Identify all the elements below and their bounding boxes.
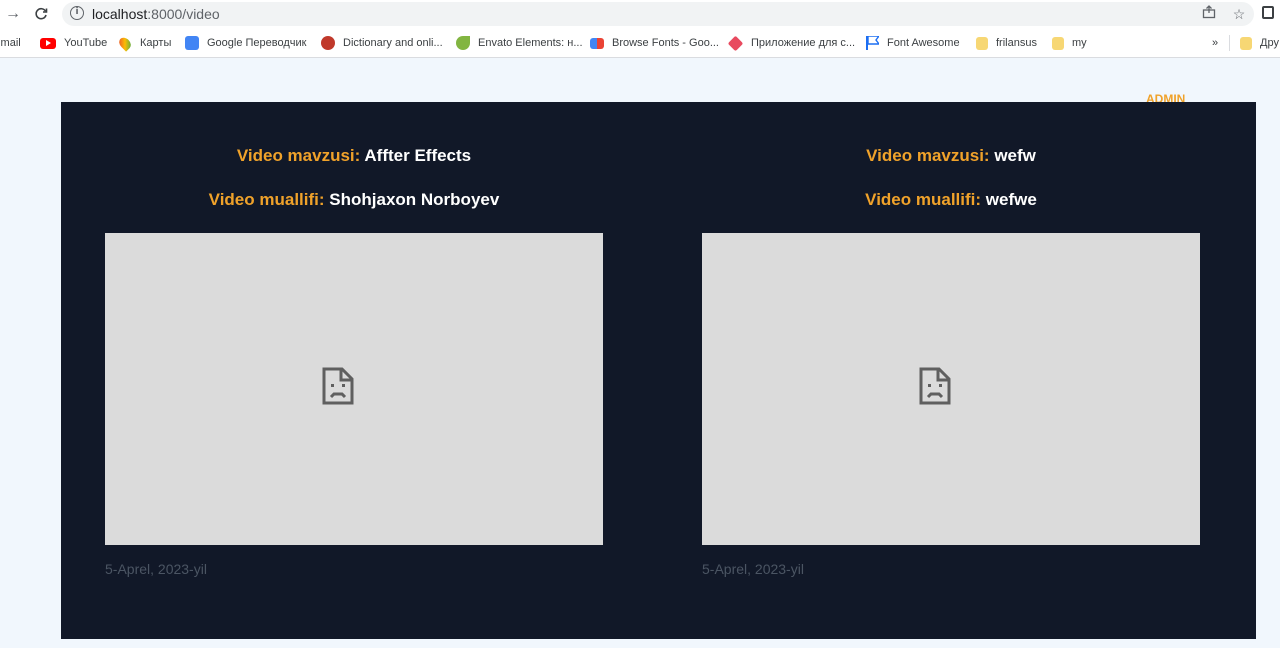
- bookmark-label: YouTube: [64, 37, 108, 49]
- browser-toolbar: → i localhost:8000/video ☆: [0, 0, 1280, 28]
- video-author: Video muallifi: wefwe: [702, 190, 1200, 210]
- video-author-value: wefwe: [985, 190, 1037, 209]
- bookmark-envato[interactable]: Envato Elements: н...: [456, 35, 583, 51]
- url-host: localhost: [92, 6, 148, 22]
- translate-icon: [185, 36, 199, 50]
- bookmark-maps[interactable]: Карты: [116, 34, 172, 52]
- video-topic: Video mavzusi: wefw: [702, 146, 1200, 166]
- bookmark-label: frilansus: [996, 37, 1037, 49]
- youtube-icon: [40, 37, 56, 49]
- share-icon[interactable]: [1200, 5, 1218, 23]
- video-author-label: Video muallifi:: [865, 190, 982, 209]
- bookmark-font-awesome[interactable]: Font Awesome: [866, 35, 960, 51]
- envato-leaf-icon: [456, 36, 470, 50]
- font-awesome-flag-icon: [866, 35, 881, 50]
- bookmark-dictionary[interactable]: Dictionary and onli...: [321, 35, 443, 51]
- video-author: Video muallifi: Shohjaxon Norboyev: [105, 190, 603, 210]
- folder-icon: [1052, 36, 1064, 50]
- broken-page-icon: [322, 367, 354, 405]
- bookmark-label: Font Awesome: [887, 37, 960, 49]
- url-path: :8000/video: [147, 6, 220, 22]
- bookmark-folder-my[interactable]: my: [1052, 35, 1087, 51]
- bookmark-translate[interactable]: Google Переводчик: [185, 35, 307, 51]
- folder-icon: [976, 36, 988, 50]
- bookmark-label: my: [1072, 37, 1087, 49]
- extensions-icon[interactable]: [1262, 6, 1274, 19]
- video-card: Video mavzusi: Affter Effects Video mual…: [105, 102, 603, 639]
- bookmark-gmail[interactable]: Gmail: [0, 35, 21, 51]
- bookmark-label: Карты: [140, 37, 172, 49]
- bookmark-app[interactable]: Приложение для с...: [727, 35, 856, 51]
- video-player[interactable]: [702, 233, 1200, 545]
- video-topic-value: Affter Effects: [364, 146, 472, 165]
- bookmark-google-fonts[interactable]: Browse Fonts - Goo...: [590, 35, 719, 51]
- google-fonts-icon: [590, 37, 604, 49]
- bookmarks-bar: Gmail YouTube Карты Google Переводчик Di…: [0, 28, 1280, 58]
- overflow-label: »: [1212, 37, 1219, 49]
- reload-icon[interactable]: [30, 3, 52, 25]
- video-author-value: Shohjaxon Norboyev: [329, 190, 500, 209]
- video-player[interactable]: [105, 233, 603, 545]
- video-topic: Video mavzusi: Affter Effects: [105, 146, 603, 166]
- bookmark-folder-frilansus[interactable]: frilansus: [976, 35, 1037, 51]
- bookmark-label: Дру: [1260, 37, 1279, 49]
- bookmark-label: Dictionary and onli...: [343, 37, 443, 49]
- folder-icon: [1240, 36, 1252, 50]
- bookmark-label: Envato Elements: н...: [478, 37, 583, 49]
- back-arrow-icon[interactable]: →: [2, 3, 24, 25]
- info-icon[interactable]: i: [70, 6, 84, 20]
- bookmark-label: Gmail: [0, 37, 21, 49]
- video-author-label: Video muallifi:: [208, 190, 325, 209]
- bookmark-youtube[interactable]: YouTube: [40, 35, 107, 51]
- broken-page-icon: [919, 367, 951, 405]
- video-topic-value: wefw: [994, 146, 1036, 165]
- video-date: 5-Aprel, 2023-yil: [105, 561, 207, 577]
- bookmark-label: Browse Fonts - Goo...: [612, 37, 719, 49]
- bookmark-label: Приложение для с...: [751, 37, 856, 49]
- videos-panel: Video mavzusi: Affter Effects Video mual…: [61, 102, 1256, 639]
- bookmarks-overflow-button[interactable]: »: [1212, 35, 1218, 51]
- video-topic-label: Video mavzusi:: [866, 146, 990, 165]
- address-bar[interactable]: i localhost:8000/video ☆: [62, 2, 1254, 26]
- url-text[interactable]: localhost:8000/video: [92, 6, 220, 22]
- app-diamond-icon: [727, 35, 744, 51]
- video-card: Video mavzusi: wefw Video muallifi: wefw…: [702, 102, 1200, 639]
- bookmark-label: Google Переводчик: [207, 37, 307, 49]
- bookmark-folder-other[interactable]: Дру: [1229, 35, 1279, 51]
- maps-pin-icon: [116, 34, 134, 52]
- video-topic-label: Video mavzusi:: [236, 146, 361, 165]
- dictionary-icon: [321, 36, 335, 50]
- star-icon[interactable]: ☆: [1230, 5, 1248, 23]
- video-date: 5-Aprel, 2023-yil: [702, 561, 804, 577]
